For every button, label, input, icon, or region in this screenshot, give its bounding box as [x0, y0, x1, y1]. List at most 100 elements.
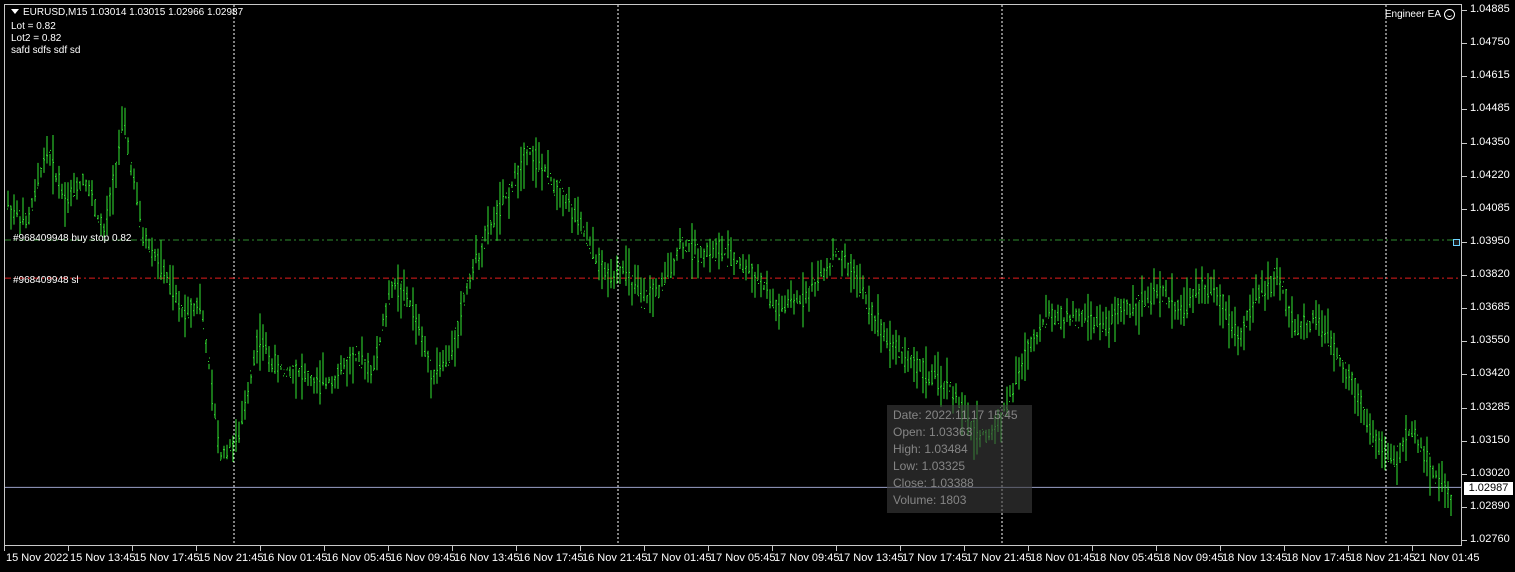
time-tick	[388, 546, 389, 551]
time-label: 17 Nov 13:45	[838, 552, 904, 564]
price-tick	[1462, 208, 1467, 210]
time-tick	[900, 546, 901, 551]
time-label: 18 Nov 13:45	[1222, 552, 1288, 564]
time-tick	[196, 546, 197, 551]
price-label: 1.04885	[1470, 3, 1510, 15]
time-label: 17 Nov 09:45	[774, 552, 840, 564]
time-tick	[1028, 546, 1029, 551]
symbol-info-text: EURUSD,M15 1.03014 1.03015 1.02966 1.029…	[23, 7, 244, 18]
symbol-info-line[interactable]: EURUSD,M15 1.03014 1.03015 1.02966 1.029…	[11, 7, 243, 19]
order-drag-handle[interactable]	[1453, 239, 1460, 246]
price-label: 1.03150	[1470, 433, 1510, 446]
price-tick	[1462, 440, 1467, 442]
time-tick	[644, 546, 645, 551]
candle-data-tooltip: Date: 2022.11.17 15:45 Open: 1.03363 Hig…	[887, 405, 1032, 513]
tooltip-volume: Volume: 1803	[893, 493, 967, 507]
buy-stop-order-label[interactable]: #968409948 buy stop 0.82	[13, 233, 131, 244]
price-tick	[1462, 275, 1467, 276]
price-tick	[1462, 76, 1467, 78]
time-label: 17 Nov 05:45	[710, 552, 776, 564]
ea-name-label: Engineer EA	[1384, 9, 1441, 20]
time-label: 15 Nov 13:45	[70, 552, 136, 564]
time-tick	[516, 546, 517, 551]
price-chart-svg[interactable]	[5, 5, 1461, 545]
time-tick	[580, 546, 581, 551]
price-tick	[1462, 241, 1467, 243]
price-label: 1.03020	[1470, 466, 1510, 479]
time-axis[interactable]: 15 Nov 2022 15 Nov 13:45 15 Nov 17:45 15 No…	[4, 546, 1515, 572]
tooltip-high: High: 1.03484	[893, 442, 968, 456]
price-tick	[1462, 374, 1467, 376]
time-label: 16 Nov 09:45	[390, 552, 456, 564]
smiley-icon	[1444, 9, 1455, 20]
tooltip-open: Open: 1.03363	[893, 425, 973, 439]
time-label: 16 Nov 05:45	[326, 552, 392, 564]
price-label: 1.03950	[1470, 234, 1510, 247]
time-tick	[1092, 546, 1093, 551]
price-tick	[1462, 473, 1467, 475]
time-label: 16 Nov 21:45	[582, 552, 648, 564]
lot-label: Lot = 0.82	[11, 21, 56, 32]
time-tick	[1412, 546, 1413, 551]
price-label: 1.04350	[1470, 135, 1510, 148]
time-label: 15 Nov 17:45	[134, 552, 200, 564]
price-label: 1.03820	[1470, 268, 1510, 280]
collapse-triangle-icon[interactable]	[11, 9, 19, 14]
time-tick	[1284, 546, 1285, 551]
price-label: 1.03420	[1470, 367, 1510, 380]
time-label: 18 Nov 21:45	[1350, 552, 1416, 564]
price-tick	[1462, 142, 1467, 144]
time-tick	[836, 546, 837, 551]
price-tick	[1462, 175, 1467, 177]
time-label: 16 Nov 01:45	[262, 552, 328, 564]
price-label: 1.02760	[1470, 533, 1510, 545]
time-tick	[132, 546, 133, 551]
price-tick	[1462, 10, 1467, 11]
time-label: 15 Nov 2022	[6, 552, 69, 564]
expert-advisor-indicator[interactable]: Engineer EA	[1385, 9, 1455, 20]
time-label: 15 Nov 21:45	[198, 552, 264, 564]
price-label: 1.03685	[1470, 301, 1510, 314]
price-tick	[1462, 341, 1467, 343]
time-tick	[708, 546, 709, 551]
time-tick	[772, 546, 773, 551]
time-label: 21 Nov 01:45	[1414, 552, 1480, 564]
time-tick	[1156, 546, 1157, 551]
time-tick	[260, 546, 261, 551]
time-label: 18 Nov 09:45	[1158, 552, 1224, 564]
time-tick	[964, 546, 965, 551]
tooltip-low: Low: 1.03325	[893, 459, 966, 473]
time-label: 18 Nov 05:45	[1094, 552, 1160, 564]
price-label: 1.03285	[1470, 400, 1510, 413]
time-tick	[1220, 546, 1221, 551]
price-label: 1.04220	[1470, 168, 1510, 181]
price-axis[interactable]: 1.02987 1.04885 1.04750 1.04615 1.04485 1.04…	[1462, 3, 1515, 546]
time-label: 17 Nov 21:45	[966, 552, 1032, 564]
price-tick	[1462, 308, 1467, 310]
tooltip-close: Close: 1.03388	[893, 476, 974, 490]
time-tick	[1348, 546, 1349, 551]
chart-plot-area[interactable]: EURUSD,M15 1.03014 1.03015 1.02966 1.029…	[4, 4, 1462, 546]
stop-loss-label[interactable]: #968409948 sl	[13, 275, 79, 286]
time-tick	[68, 546, 69, 551]
time-label: 17 Nov 01:45	[646, 552, 712, 564]
price-label: 1.02890	[1470, 499, 1510, 512]
time-tick	[4, 546, 5, 551]
time-tick	[324, 546, 325, 551]
time-label: 18 Nov 01:45	[1030, 552, 1096, 564]
time-label: 16 Nov 13:45	[454, 552, 520, 564]
price-tick	[1462, 540, 1467, 541]
tooltip-date: Date: 2022.11.17 15:45	[893, 408, 1018, 422]
price-label: 1.04485	[1470, 102, 1510, 115]
price-label: 1.04085	[1470, 201, 1510, 214]
price-tick	[1462, 407, 1467, 409]
lot2-label: Lot2 = 0.82	[11, 33, 62, 44]
trading-chart-window[interactable]: EURUSD,M15 1.03014 1.03015 1.02966 1.029…	[0, 0, 1515, 572]
time-label: 17 Nov 17:45	[902, 552, 968, 564]
price-label: 1.04615	[1470, 69, 1510, 82]
price-tick	[1462, 109, 1467, 111]
time-label: 16 Nov 17:45	[518, 552, 584, 564]
notes-label: safd sdfs sdf sd	[11, 45, 81, 56]
time-tick	[452, 546, 453, 551]
price-tick	[1462, 506, 1467, 508]
